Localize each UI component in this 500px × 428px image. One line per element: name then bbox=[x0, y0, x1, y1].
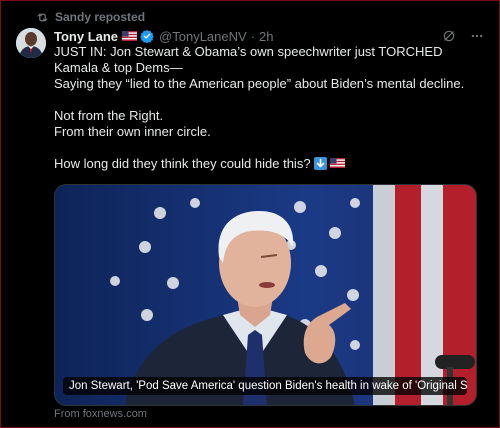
down-arrow-emoji-icon bbox=[313, 157, 327, 170]
news-photo bbox=[55, 185, 476, 405]
author-name[interactable]: Tony Lane bbox=[54, 29, 118, 44]
verified-badge-icon bbox=[140, 29, 154, 43]
separator-dot: · bbox=[250, 28, 256, 44]
tweet-header: Tony Lane @TonyLaneNV · 2h bbox=[54, 27, 484, 45]
us-flag-emoji-icon bbox=[329, 158, 345, 168]
more-options-icon[interactable] bbox=[470, 29, 484, 43]
tweet-line: From their own inner circle. bbox=[54, 124, 211, 139]
tweet-line: Saying they “lied to the American people… bbox=[54, 76, 465, 91]
tweet-line: Not from the Right. bbox=[54, 108, 164, 123]
grok-icon[interactable] bbox=[442, 29, 456, 43]
author-handle[interactable]: @TonyLaneNV bbox=[159, 29, 247, 44]
us-flag-icon bbox=[122, 31, 138, 41]
repost-label: Sandy reposted bbox=[55, 10, 146, 24]
repost-icon bbox=[37, 13, 48, 21]
repost-indicator[interactable]: Sandy reposted bbox=[36, 8, 145, 26]
tweet-line-question: How long did they think they could hide … bbox=[54, 156, 484, 172]
link-card-title[interactable]: Jon Stewart, 'Pod Save America' question… bbox=[63, 377, 467, 395]
timestamp[interactable]: 2h bbox=[259, 29, 273, 44]
link-card-image[interactable]: Jon Stewart, 'Pod Save America' question… bbox=[54, 184, 477, 406]
link-source[interactable]: From foxnews.com bbox=[54, 408, 147, 420]
tweet-text: JUST IN: Jon Stewart & Obama’s own speec… bbox=[54, 44, 484, 172]
tweet-line: JUST IN: Jon Stewart & Obama’s own speec… bbox=[54, 44, 443, 75]
avatar[interactable] bbox=[16, 28, 46, 58]
tweet-line: How long did they think they could hide … bbox=[54, 156, 311, 171]
